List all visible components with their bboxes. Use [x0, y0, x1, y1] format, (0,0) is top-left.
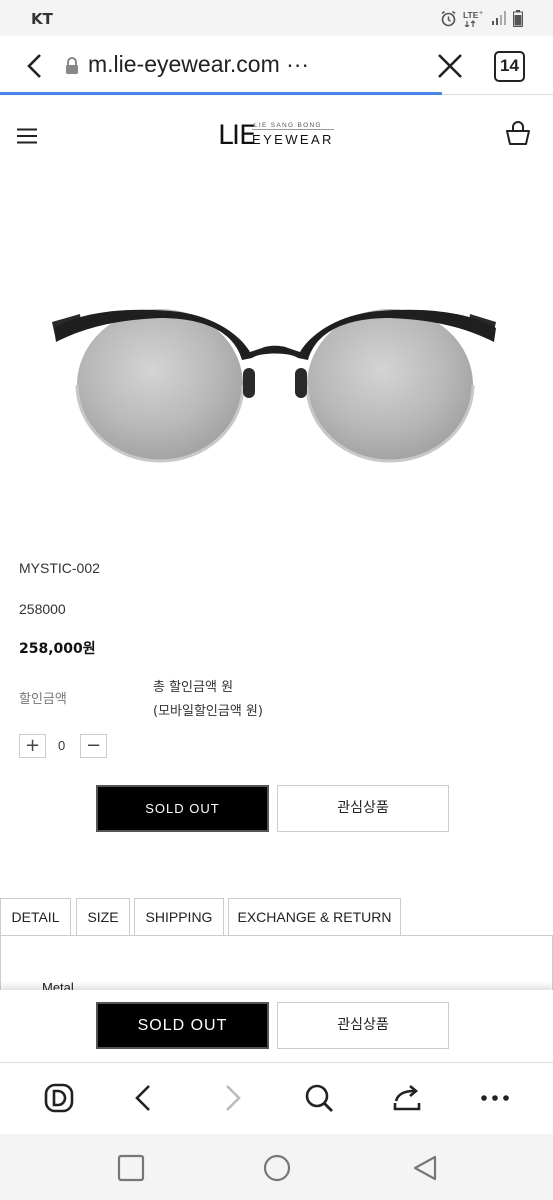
share-icon[interactable]	[390, 1081, 424, 1115]
discount-total: 총 할인금액 원	[153, 680, 234, 695]
tab-exchange-return[interactable]: EXCHANGE & RETURN	[228, 898, 401, 936]
browser-toolbar	[0, 1062, 553, 1134]
sticky-sold-out-button[interactable]: SOLD OUT	[96, 1002, 269, 1049]
sticky-purchase-bar: SOLD OUT 관심상품	[0, 990, 553, 1062]
shopping-bag-icon[interactable]	[504, 120, 532, 146]
lte-icon: LTE +	[463, 10, 483, 27]
product-name: MYSTIC-002	[19, 560, 100, 576]
logo-divider	[252, 129, 334, 130]
discount-mobile: (모바일할인금액 원)	[153, 704, 263, 719]
browser-url-bar: m.lie-eyewear.com ··· 14	[0, 36, 553, 96]
tab-shipping[interactable]: SHIPPING	[134, 898, 224, 936]
logo-subtitle: LIE SANG BONG	[254, 122, 322, 129]
carrier-label: KT	[31, 10, 53, 28]
product-image	[52, 309, 496, 463]
nav-forward-icon[interactable]	[215, 1081, 249, 1115]
status-bar: KT LTE +	[0, 0, 553, 36]
svg-text:LTE: LTE	[463, 10, 479, 20]
lock-icon	[66, 57, 78, 74]
load-progress-bar	[0, 92, 442, 95]
svg-text:+: +	[479, 10, 483, 17]
logo-brand: EYEWEAR	[252, 132, 334, 147]
close-icon[interactable]	[436, 52, 464, 80]
sold-out-button[interactable]: SOLD OUT	[96, 785, 269, 832]
quantity-increase-button[interactable]: +	[19, 734, 46, 758]
search-icon[interactable]	[302, 1081, 336, 1115]
quantity-decrease-button[interactable]: −	[80, 734, 107, 758]
tab-detail[interactable]: DETAIL	[0, 898, 71, 936]
recent-apps-icon[interactable]	[117, 1154, 145, 1182]
status-icons: LTE +	[440, 9, 523, 27]
battery-icon	[513, 9, 523, 27]
sticky-wishlist-button[interactable]: 관심상품	[277, 1002, 449, 1049]
tab-count-button[interactable]: 14	[494, 51, 525, 82]
product-code-price: 258000	[19, 601, 66, 617]
system-back-icon[interactable]	[411, 1154, 439, 1182]
tab-size[interactable]: SIZE	[76, 898, 130, 936]
site-header: LIE LIE SANG BONG EYEWEAR	[0, 96, 553, 174]
quantity-value[interactable]: 0	[58, 738, 65, 753]
daum-icon[interactable]	[42, 1081, 76, 1115]
product-detail-tabs: DETAIL SIZE SHIPPING EXCHANGE & RETURN	[0, 898, 553, 936]
signal-icon	[492, 11, 506, 25]
home-icon[interactable]	[263, 1154, 291, 1182]
discount-label: 할인금액	[19, 692, 67, 707]
back-arrow-icon[interactable]	[22, 52, 48, 80]
hamburger-menu-icon[interactable]	[17, 128, 37, 144]
nav-back-icon[interactable]	[127, 1081, 161, 1115]
android-nav-bar	[0, 1134, 553, 1200]
logo-lie-text: LIE	[218, 120, 256, 151]
url-text[interactable]: m.lie-eyewear.com ···	[88, 51, 309, 78]
more-icon[interactable]	[478, 1081, 512, 1115]
product-price: 258,000원	[19, 641, 96, 657]
wishlist-button[interactable]: 관심상품	[277, 785, 449, 832]
tab-panel	[0, 935, 553, 995]
site-logo[interactable]: LIE LIE SANG BONG EYEWEAR	[218, 120, 338, 154]
alarm-icon	[441, 10, 456, 26]
